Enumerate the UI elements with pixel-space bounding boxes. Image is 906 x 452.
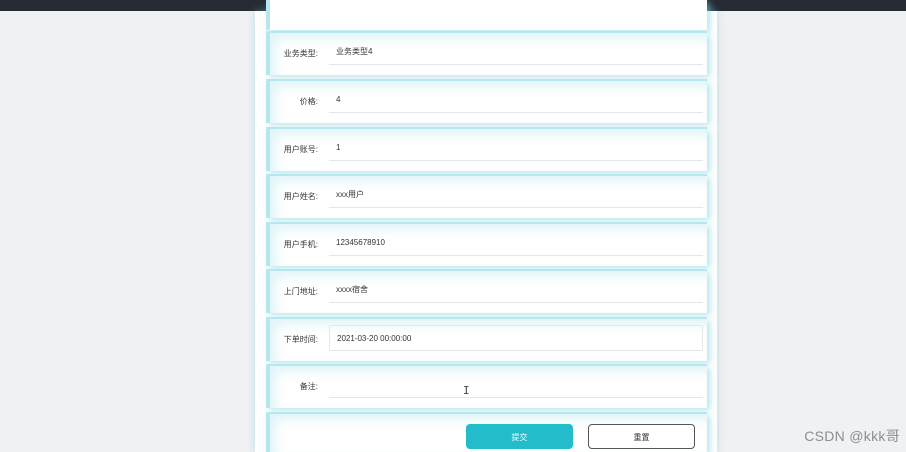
form-row-remark: 备注:	[266, 366, 707, 408]
address-label: 上门地址:	[283, 287, 318, 296]
reset-button[interactable]: 重置	[588, 424, 695, 449]
submit-button[interactable]: 提交	[466, 424, 573, 449]
form-row-order-time: 下单时间: 2021-03-20 00:00:00	[266, 319, 707, 361]
form-row-partial	[266, 0, 707, 30]
form-row-business-type: 业务类型: 业务类型4	[266, 33, 707, 75]
form-row-user-phone: 用户手机: 12345678910	[266, 224, 707, 266]
form-row-user-name: 用户姓名: xxx用户	[266, 176, 707, 218]
user-account-label: 用户账号:	[283, 145, 318, 154]
text-cursor-icon: I	[463, 384, 470, 397]
remark-label: 备注:	[299, 382, 318, 391]
form-row-price: 价格: 4	[266, 81, 707, 123]
remark-input[interactable]	[329, 372, 703, 398]
user-account-input[interactable]: 1	[329, 135, 703, 161]
watermark: CSDN @kkk哥	[804, 428, 900, 444]
user-phone-input[interactable]: 12345678910	[329, 230, 703, 256]
user-name-label: 用户姓名:	[283, 192, 318, 201]
business-type-label: 业务类型:	[283, 49, 318, 58]
order-time-input[interactable]: 2021-03-20 00:00:00	[329, 325, 703, 351]
order-time-label: 下单时间:	[283, 335, 318, 344]
form-row-address: 上门地址: xxxx宿舍	[266, 271, 707, 313]
user-phone-label: 用户手机:	[283, 240, 318, 249]
user-name-input[interactable]: xxx用户	[329, 182, 703, 208]
form-row-user-account: 用户账号: 1	[266, 129, 707, 171]
form-actions-row: 提交 重置	[266, 414, 707, 452]
price-label: 价格:	[299, 97, 318, 106]
address-input[interactable]: xxxx宿舍	[329, 277, 703, 303]
business-type-input[interactable]: 业务类型4	[329, 39, 703, 65]
price-input[interactable]: 4	[329, 87, 703, 113]
